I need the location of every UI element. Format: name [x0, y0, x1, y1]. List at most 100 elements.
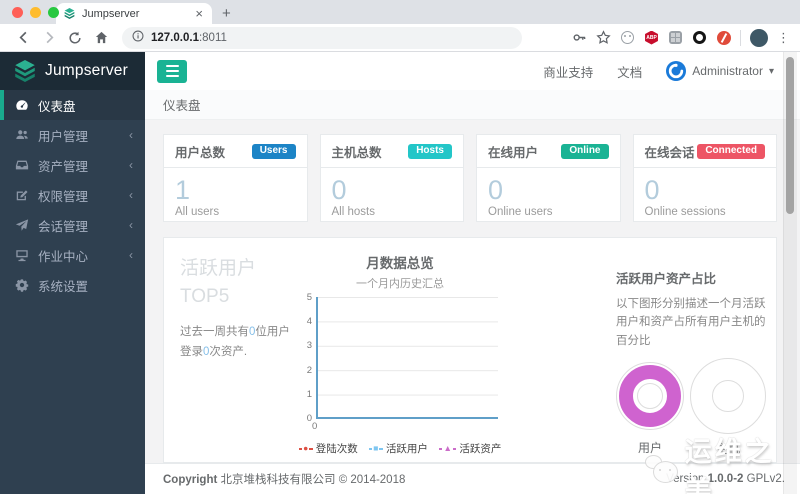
- top5-column: 活跃用户 TOP5 过去一周共有0位用户登录0次资产.: [180, 252, 298, 462]
- sidebar-item-dashboard[interactable]: 仪表盘: [0, 90, 145, 120]
- sidebar-item-label: 仪表盘: [38, 99, 76, 114]
- tab-close-icon[interactable]: [193, 7, 205, 20]
- sidebar-item-label: 作业中心: [38, 249, 89, 264]
- donut-label: 主机: [715, 442, 740, 457]
- stats-row: 用户总数 Users 1 All users 主机总数 Hosts 0 All …: [163, 134, 777, 222]
- inbox-icon: [14, 158, 29, 172]
- sidebar-item-assets[interactable]: 资产管理: [0, 150, 145, 180]
- x-axis-label: 0: [312, 421, 318, 432]
- chart-plot-area: [316, 297, 498, 419]
- topbar: 商业支持 文档 Administrator: [145, 52, 800, 90]
- scrollbar-thumb[interactable]: [786, 57, 794, 214]
- circle-marker-icon: ●: [303, 443, 309, 454]
- sidebar: Jumpserver 仪表盘 用户管理 资产管理: [0, 52, 145, 494]
- browser-toolbar-right: ABP: [572, 28, 790, 47]
- donut-label: 用户: [637, 441, 662, 456]
- close-window-button[interactable]: [12, 7, 23, 18]
- browser-tab[interactable]: Jumpserver: [56, 3, 212, 24]
- y-axis-labels: 543210: [306, 291, 312, 425]
- tab-title: Jumpserver: [82, 7, 140, 20]
- dashboard-content: 用户总数 Users 1 All users 主机总数 Hosts 0 All …: [145, 120, 800, 463]
- chevron-left-icon: [129, 188, 133, 202]
- jumpserver-logo-icon: [15, 59, 35, 83]
- new-tab-button[interactable]: [222, 6, 231, 21]
- site-info-icon[interactable]: [132, 30, 144, 45]
- user-menu[interactable]: Administrator: [666, 61, 774, 81]
- toolbar-divider: [740, 29, 741, 46]
- stat-card-online-sessions: 在线会话 Connected 0 Online sessions: [632, 134, 777, 222]
- stat-card-online-users: 在线用户 Online 0 Online users: [476, 134, 621, 222]
- hosts-donut-chart: 主机: [690, 358, 766, 457]
- chevron-left-icon: [129, 248, 133, 262]
- url-host: 127.0.0.1: [151, 31, 199, 44]
- chevron-left-icon: [129, 218, 133, 232]
- dashboard-icon: [14, 98, 29, 112]
- square-marker-icon: ■: [373, 443, 379, 454]
- sidebar-item-label: 用户管理: [38, 129, 89, 144]
- sidebar-toggle-button[interactable]: [157, 59, 187, 83]
- stat-card-hosts: 主机总数 Hosts 0 All hosts: [319, 134, 464, 222]
- legend-item-active-users[interactable]: ■ 活跃用户: [368, 441, 428, 456]
- username: Administrator: [692, 64, 763, 78]
- sidebar-item-users[interactable]: 用户管理: [0, 120, 145, 150]
- jumpserver-app: Jumpserver 仪表盘 用户管理 资产管理: [0, 52, 800, 494]
- maximize-window-button[interactable]: [48, 7, 59, 18]
- status-badge: Users: [251, 143, 296, 159]
- donut-charts: 用户 主机: [616, 358, 766, 457]
- minimize-window-button[interactable]: [30, 7, 41, 18]
- reload-icon[interactable]: [62, 31, 88, 45]
- paper-plane-icon: [14, 218, 29, 232]
- chevron-left-icon: [129, 128, 133, 142]
- sidebar-item-job-center[interactable]: 作业中心: [0, 240, 145, 270]
- desktop-icon: [14, 248, 29, 262]
- extension-ring-icon[interactable]: [692, 30, 707, 45]
- copyright-text: Copyright 北京堆栈科技有限公司 © 2014-2018: [163, 474, 406, 486]
- window-controls: [12, 7, 59, 18]
- bookmark-star-icon[interactable]: [596, 30, 611, 45]
- chart-legend: ● 登陆次数 ■ 活跃用户 ▲ 活跃资产: [298, 441, 501, 456]
- stat-value: 0: [331, 175, 347, 205]
- browser-menu-icon[interactable]: [777, 31, 790, 44]
- extension-grid-icon[interactable]: [668, 30, 683, 45]
- adblock-plus-icon[interactable]: ABP: [645, 30, 658, 45]
- triangle-marker-icon: ▲: [443, 443, 452, 454]
- stat-value: 1: [175, 175, 191, 205]
- stat-card-users: 用户总数 Users 1 All users: [163, 134, 308, 222]
- chart-subtitle: 一个月内历史汇总: [356, 278, 444, 290]
- extension-blocker-icon[interactable]: [716, 30, 731, 45]
- month-chart-column: 月数据总览 一个月内历史汇总 543210 0 ● 登陆次数 ■ 活跃用户 ▲ …: [298, 252, 616, 462]
- sidebar-item-sessions[interactable]: 会话管理: [0, 210, 145, 240]
- stat-card-title: 主机总数: [331, 145, 382, 160]
- chart-title: 月数据总览: [366, 256, 434, 271]
- caret-down-icon: [769, 66, 774, 77]
- logo-text: Jumpserver: [45, 62, 128, 79]
- chevron-left-icon: [129, 158, 133, 172]
- overview-panel: 活跃用户 TOP5 过去一周共有0位用户登录0次资产. 月数据总览 一个月内历史…: [163, 237, 777, 463]
- screen: Jumpserver 127.0.0.1:8011 ABP: [0, 0, 800, 494]
- stat-card-title: 在线会话: [644, 145, 695, 160]
- status-badge: Connected: [697, 143, 765, 159]
- commercial-support-link[interactable]: 商业支持: [543, 62, 593, 81]
- users-donut-chart: 用户: [616, 362, 684, 456]
- legend-item-logins[interactable]: ● 登陆次数: [298, 441, 358, 456]
- stat-value: 0: [488, 175, 504, 205]
- status-badge: Online: [561, 143, 609, 159]
- url-bar[interactable]: 127.0.0.1:8011: [122, 26, 522, 49]
- extension-smiley-icon[interactable]: [620, 30, 635, 45]
- docs-link[interactable]: 文档: [617, 62, 642, 81]
- home-icon[interactable]: [88, 30, 114, 45]
- legend-item-active-assets[interactable]: ▲ 活跃资产: [438, 441, 501, 456]
- gears-icon: [14, 278, 29, 292]
- sidebar-item-settings[interactable]: 系统设置: [0, 270, 145, 300]
- sidebar-item-label: 系统设置: [38, 279, 89, 294]
- browser-profile-avatar[interactable]: [750, 28, 768, 47]
- password-key-icon[interactable]: [572, 30, 587, 45]
- back-icon[interactable]: [10, 30, 36, 45]
- breadcrumb: 仪表盘: [145, 90, 800, 120]
- sidebar-item-permissions[interactable]: 权限管理: [0, 180, 145, 210]
- forward-icon[interactable]: [36, 30, 62, 45]
- jumpserver-logo[interactable]: Jumpserver: [0, 52, 145, 90]
- ratio-description: 以下图形分别描述一个月活跃用户和资产占所有用户主机的百分比: [616, 298, 766, 347]
- stat-caption: All hosts: [331, 206, 375, 218]
- stat-caption: All users: [175, 206, 220, 218]
